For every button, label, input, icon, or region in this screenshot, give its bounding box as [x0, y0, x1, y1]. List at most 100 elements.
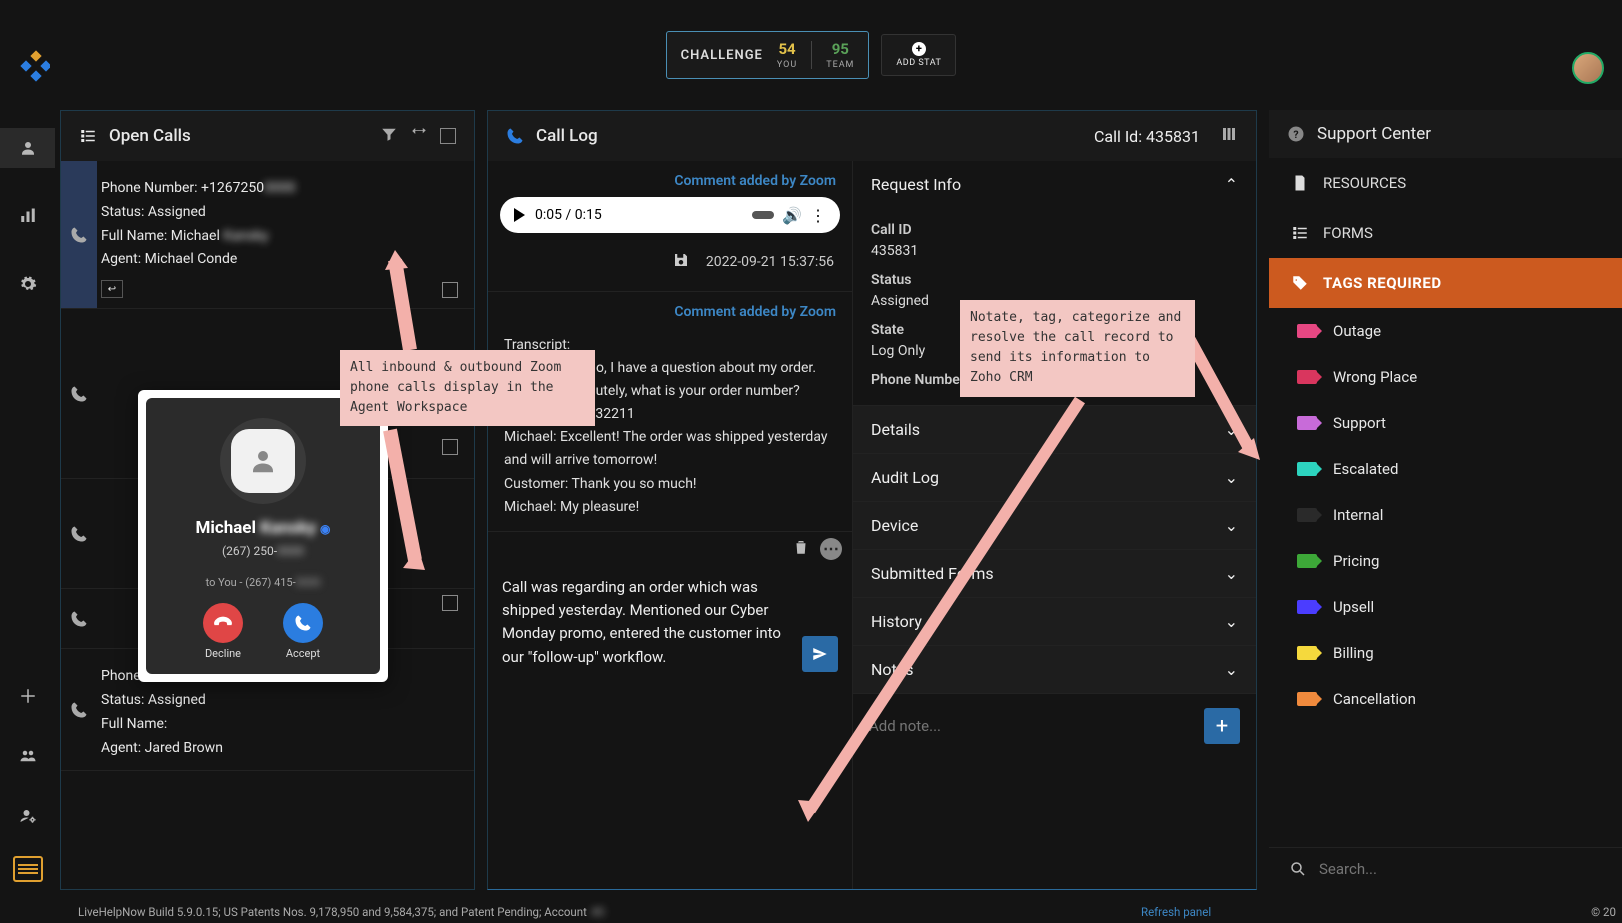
card-checkbox[interactable] — [442, 595, 458, 611]
audio-time: 0:05 / 0:15 — [535, 207, 602, 223]
tag-icon — [1297, 554, 1317, 568]
call-destination: to You - (267) 415-0000 — [206, 576, 321, 589]
divider — [811, 41, 812, 69]
play-icon[interactable] — [514, 208, 525, 222]
svg-text:?: ? — [1293, 128, 1298, 141]
tags-required-item[interactable]: TAGS REQUIRED — [1269, 258, 1622, 308]
tag-item[interactable]: Escalated — [1269, 446, 1622, 492]
open-calls-header: Open Calls — [61, 111, 474, 161]
nav-add[interactable] — [0, 676, 55, 716]
tag-item[interactable]: Cancellation — [1269, 676, 1622, 722]
card-checkbox[interactable] — [442, 282, 458, 298]
copyright: © 20 — [1591, 905, 1616, 919]
help-icon: ? — [1287, 125, 1305, 143]
tag-label: Internal — [1333, 506, 1383, 524]
select-all-checkbox[interactable] — [440, 128, 456, 144]
chevron-up-icon: ⌃ — [1225, 175, 1238, 194]
tag-icon — [1297, 646, 1317, 660]
call-log-header: Call Log Call Id: 435831 — [488, 111, 1256, 161]
zoom-comment-label: Comment added by Zoom — [488, 161, 852, 197]
nav-settings[interactable] — [0, 264, 55, 304]
tag-icon — [1297, 462, 1317, 476]
resources-item[interactable]: RESOURCES — [1269, 158, 1622, 208]
nav-people[interactable] — [0, 736, 55, 776]
doc-icon — [1291, 174, 1309, 192]
chevron-down-icon: ⌄ — [1225, 660, 1238, 679]
saved-timestamp: 2022-09-21 15:37:56 — [706, 254, 834, 270]
add-stat-button[interactable]: + ADD STAT — [881, 34, 956, 76]
nav-user-settings[interactable] — [0, 796, 55, 836]
annotation: Notate, tag, categorize and resolve the … — [960, 300, 1195, 397]
search-icon — [1289, 860, 1307, 878]
nav-profile[interactable] — [0, 128, 55, 168]
support-header: ? Support Center — [1269, 110, 1622, 158]
forms-item[interactable]: FORMS — [1269, 208, 1622, 258]
tag-label: Cancellation — [1333, 690, 1416, 708]
phone-icon — [506, 127, 524, 145]
call-log-title: Call Log — [536, 126, 1082, 146]
tag-item[interactable]: Upsell — [1269, 584, 1622, 630]
tag-item[interactable]: Wrong Place — [1269, 354, 1622, 400]
nav-analytics[interactable] — [0, 196, 55, 236]
nav-rail — [0, 110, 55, 890]
filter-icon[interactable] — [380, 125, 398, 147]
audio-scrubber[interactable] — [752, 211, 774, 219]
save-icon[interactable] — [672, 251, 690, 273]
tag-label: Escalated — [1333, 460, 1398, 478]
more-icon[interactable]: ⋮ — [810, 207, 826, 223]
request-info-header[interactable]: Request Info ⌃ — [853, 161, 1256, 208]
audio-player[interactable]: 0:05 / 0:15 🔊 ⋮ — [500, 197, 840, 233]
tag-item[interactable]: Internal — [1269, 492, 1622, 538]
compose-textarea[interactable] — [502, 576, 794, 672]
search-input[interactable] — [1319, 860, 1602, 878]
tag-label: Billing — [1333, 644, 1374, 662]
decline-button[interactable]: Decline — [203, 603, 243, 660]
arrow-icon — [370, 420, 430, 570]
tag-label: Pricing — [1333, 552, 1379, 570]
annotation: All inbound & outbound Zoom phone calls … — [340, 350, 595, 426]
caller-number: (267) 250-0000 — [222, 544, 304, 558]
tag-item[interactable]: Pricing — [1269, 538, 1622, 584]
tag-label: Support — [1333, 414, 1386, 432]
tag-label: Outage — [1333, 322, 1381, 340]
zoom-comment-label: Comment added by Zoom — [488, 292, 852, 328]
phone-icon — [70, 701, 88, 719]
nav-notes-icon[interactable] — [13, 856, 43, 882]
volume-icon[interactable]: 🔊 — [784, 207, 800, 223]
accept-button[interactable]: Accept — [283, 603, 323, 660]
refresh-panel-link[interactable]: Refresh panel — [1141, 905, 1211, 919]
tag-icon — [1291, 274, 1309, 292]
incoming-call-popup: ✕ Michael Kansky◉ (267) 250-0000 to You … — [138, 390, 388, 682]
user-avatar[interactable] — [1572, 52, 1604, 84]
chevron-down-icon: ⌄ — [1225, 564, 1238, 583]
tag-icon — [1297, 508, 1317, 522]
tag-icon — [1297, 600, 1317, 614]
footer: LiveHelpNow Build 5.9.0.15; US Patents N… — [0, 901, 1622, 923]
card-checkbox[interactable] — [442, 439, 458, 455]
tag-label: Upsell — [1333, 598, 1374, 616]
open-calls-title: Open Calls — [109, 126, 368, 146]
app-logo[interactable] — [18, 50, 50, 82]
chevron-down-icon: ⌄ — [1225, 468, 1238, 487]
arrow-icon — [790, 390, 1110, 830]
tag-icon — [1297, 416, 1317, 430]
tag-item[interactable]: Outage — [1269, 308, 1622, 354]
arrow-icon — [380, 250, 440, 360]
phone-icon — [70, 525, 88, 543]
sort-icon[interactable] — [410, 125, 428, 147]
call-id-display: Call Id: 435831 — [1094, 127, 1200, 146]
flag-icon[interactable]: ↩ — [101, 280, 123, 298]
plus-icon: + — [912, 42, 926, 56]
challenge-you: 54 YOU — [777, 40, 797, 70]
phone-icon — [70, 385, 88, 403]
add-note-button[interactable]: + — [1204, 708, 1240, 744]
tag-item[interactable]: Support — [1269, 400, 1622, 446]
tag-icon — [1297, 324, 1317, 338]
tag-icon — [1297, 370, 1317, 384]
columns-icon[interactable] — [1220, 125, 1238, 147]
chevron-down-icon: ⌄ — [1225, 516, 1238, 535]
challenge-box: CHALLENGE 54 YOU 95 TEAM — [666, 31, 870, 79]
tag-item[interactable]: Billing — [1269, 630, 1622, 676]
caller-avatar — [231, 429, 295, 493]
phone-icon — [70, 610, 88, 628]
